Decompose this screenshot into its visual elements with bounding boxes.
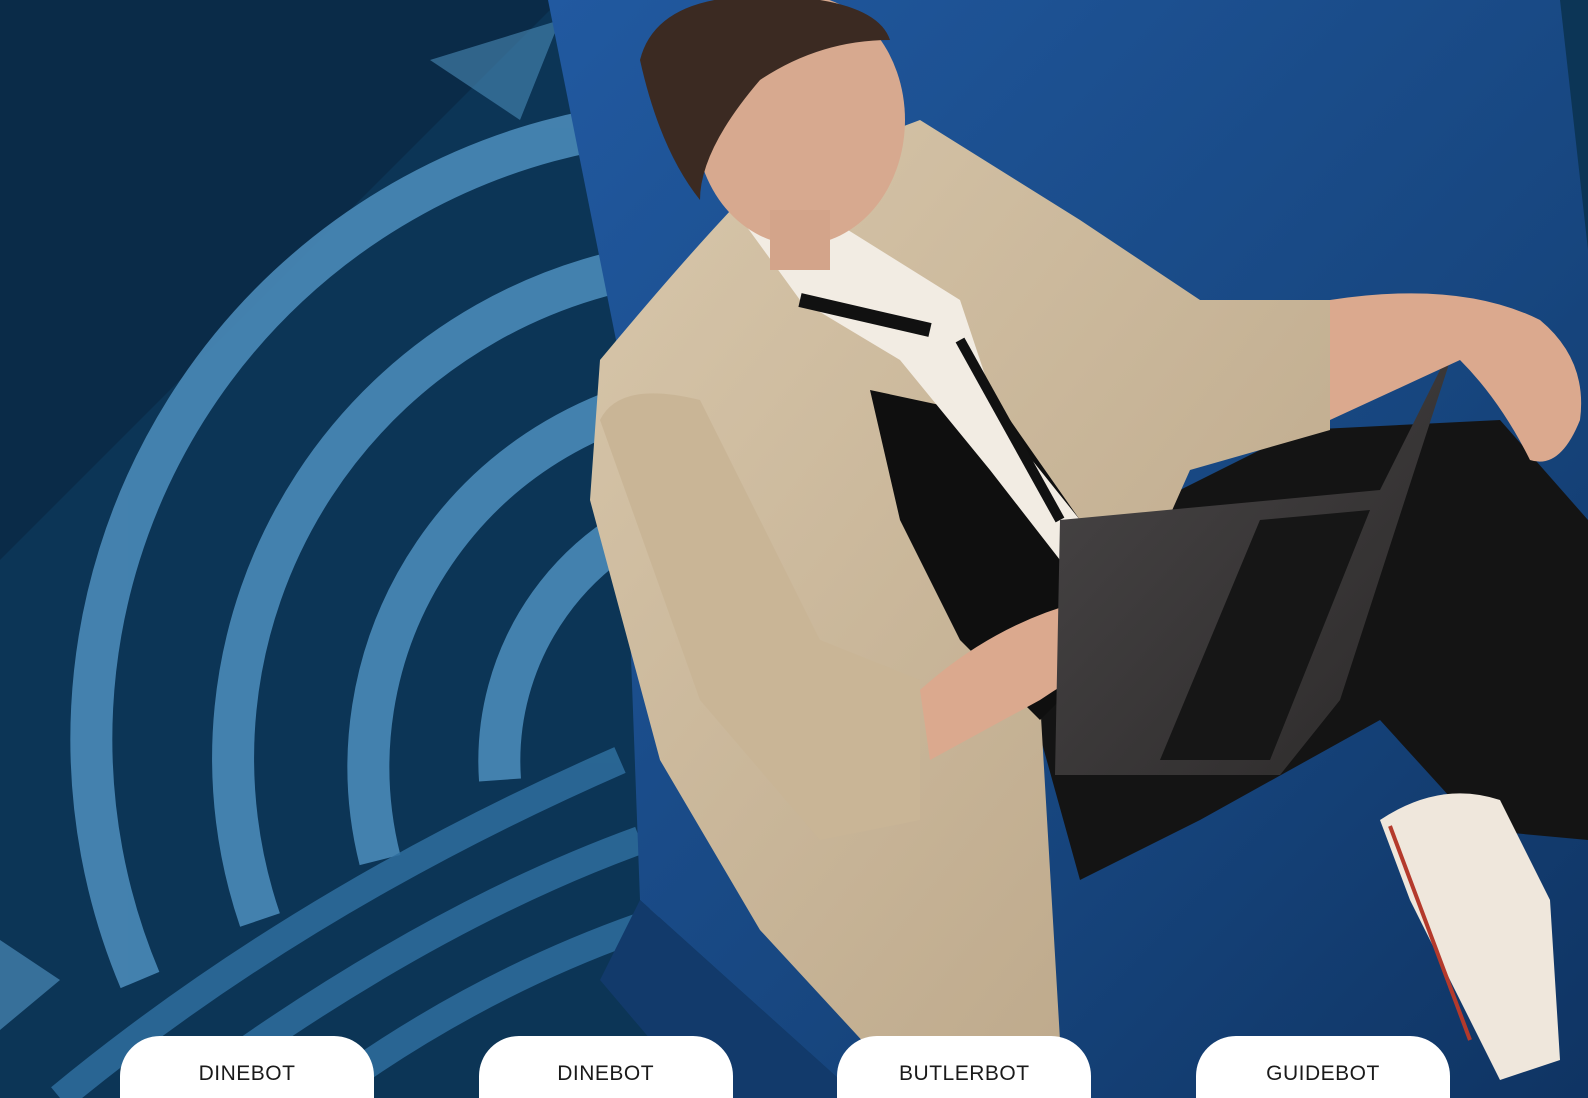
product-tab-butlerbot[interactable]: BUTLERBOT [837, 1036, 1092, 1098]
product-tab-dinebot[interactable]: DINEBOT [120, 1036, 374, 1098]
product-tab-label: DINEBOT [198, 1062, 296, 1085]
product-tab-label: DINEBOT [557, 1062, 655, 1085]
product-nav: DINEBOT DINEBOT BUTLERBOT GUIDEBOT [0, 1036, 1588, 1098]
hero-image [0, 0, 1588, 1098]
product-tab-guidebot[interactable]: GUIDEBOT [1195, 1036, 1450, 1098]
hero-section: DINEBOT DINEBOT BUTLERBOT GUIDEBOT [0, 0, 1588, 1098]
product-tab-label: GUIDEBOT [1266, 1062, 1380, 1085]
product-tab-label: BUTLERBOT [899, 1062, 1030, 1085]
product-tab-dinebot-2[interactable]: DINEBOT [478, 1036, 733, 1098]
